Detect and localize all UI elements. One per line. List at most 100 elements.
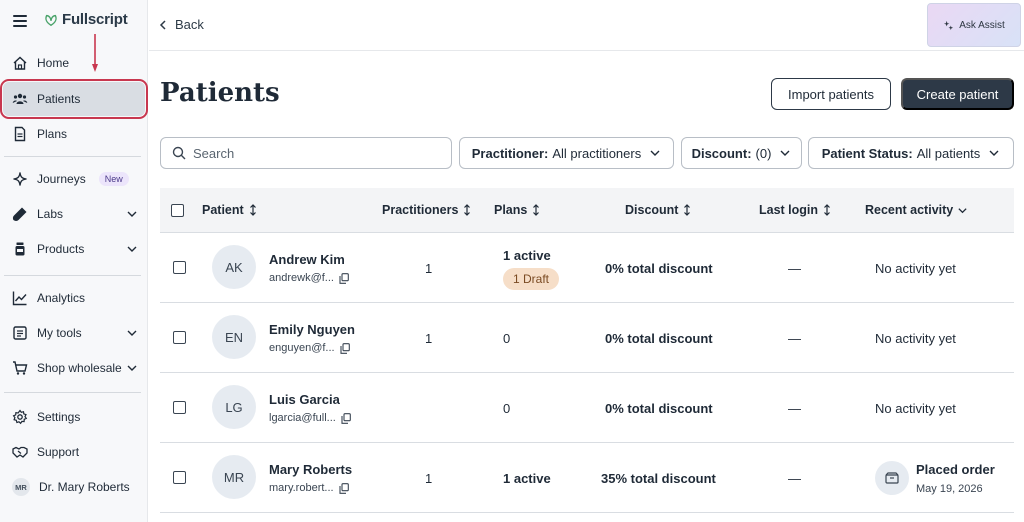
import-patients-button[interactable]: Import patients bbox=[771, 78, 891, 110]
brand-bar: Fullscript bbox=[0, 0, 148, 44]
copy-icon[interactable] bbox=[339, 272, 349, 284]
column-header-last-login[interactable]: Last login bbox=[759, 203, 832, 217]
search-icon bbox=[172, 146, 186, 160]
patient-name[interactable]: Andrew Kim bbox=[269, 252, 345, 267]
fullscript-logo[interactable]: Fullscript bbox=[44, 11, 128, 28]
sidebar-item-label: Settings bbox=[37, 410, 81, 424]
avatar: LG bbox=[212, 385, 256, 429]
sidebar-item-label: Analytics bbox=[37, 291, 86, 305]
test-tube-icon bbox=[12, 207, 27, 221]
email-text: lgarcia@full... bbox=[269, 412, 336, 424]
toolbox-icon bbox=[13, 326, 27, 340]
filter-value: All patients bbox=[916, 145, 981, 161]
activity-date: May 19, 2026 bbox=[916, 483, 983, 495]
sidebar-item-label: Patients bbox=[37, 92, 81, 106]
column-header-discount[interactable]: Discount bbox=[625, 203, 692, 217]
patient-name[interactable]: Luis Garcia bbox=[269, 392, 340, 407]
patient-name[interactable]: Mary Roberts bbox=[269, 462, 352, 477]
copy-icon[interactable] bbox=[340, 342, 350, 354]
home-icon bbox=[13, 56, 27, 70]
row-checkbox[interactable] bbox=[173, 261, 186, 274]
column-header-patient[interactable]: Patient bbox=[202, 203, 258, 217]
sidebar-item-label: My tools bbox=[37, 326, 82, 340]
search-input[interactable] bbox=[193, 145, 433, 161]
discount-value: 0% total discount bbox=[605, 261, 713, 276]
user-name: Dr. Mary Roberts bbox=[39, 480, 130, 494]
assist-sparkle-icon bbox=[944, 20, 954, 30]
sidebar-item-products[interactable]: Products bbox=[0, 232, 148, 266]
column-label: Patient bbox=[202, 203, 244, 217]
back-link[interactable]: Back bbox=[159, 17, 204, 32]
row-checkbox[interactable] bbox=[173, 471, 186, 484]
sidebar-divider bbox=[4, 275, 141, 276]
chevron-down-icon bbox=[989, 150, 999, 156]
copy-icon[interactable] bbox=[339, 482, 349, 494]
sidebar-item-plans[interactable]: Plans bbox=[0, 117, 148, 151]
handshake-icon bbox=[12, 446, 28, 458]
filter-key: Practitioner: bbox=[471, 145, 549, 161]
sidebar-item-analytics[interactable]: Analytics bbox=[0, 281, 148, 315]
sidebar-item-my-tools[interactable]: My tools bbox=[0, 316, 148, 350]
patient-status-filter[interactable]: Patient Status: All patients bbox=[808, 137, 1014, 169]
sort-icon bbox=[824, 204, 830, 216]
sidebar-item-label: Journeys bbox=[37, 172, 86, 186]
column-header-recent-activity[interactable]: Recent activity bbox=[865, 203, 968, 217]
sidebar-item-labs[interactable]: Labs bbox=[0, 197, 148, 231]
sidebar-item-journeys[interactable]: Journeys New bbox=[0, 162, 148, 196]
create-patient-button[interactable]: Create patient bbox=[901, 78, 1014, 110]
recent-activity-value: No activity yet bbox=[875, 261, 956, 276]
sidebar-item-label: Shop wholesale bbox=[37, 361, 122, 375]
plans-status: 0 bbox=[503, 401, 511, 416]
bottle-icon bbox=[15, 242, 25, 256]
sidebar-item-label: Home bbox=[37, 56, 70, 70]
table-row[interactable]: LG Luis Garcia lgarcia@full... 0 0% tota… bbox=[160, 373, 1014, 443]
sidebar-item-user[interactable]: MR Dr. Mary Roberts bbox=[0, 470, 148, 504]
row-checkbox[interactable] bbox=[173, 331, 186, 344]
practitioners-count: 1 bbox=[425, 261, 433, 276]
filter-key: Patient Status: bbox=[821, 145, 913, 161]
last-login-value: — bbox=[788, 471, 801, 486]
sort-icon bbox=[533, 204, 540, 216]
practitioner-filter[interactable]: Practitioner: All practitioners bbox=[459, 137, 674, 169]
table-row[interactable]: AK Andrew Kim andrewk@f... 1 1 active 1 … bbox=[160, 233, 1014, 303]
page-title: Patients bbox=[160, 78, 280, 108]
sidebar-item-patients[interactable]: Patients bbox=[0, 79, 148, 119]
box-icon bbox=[885, 472, 899, 484]
activity-title: Placed order bbox=[916, 462, 995, 477]
chart-line-icon bbox=[12, 291, 27, 306]
chevron-left-icon bbox=[159, 19, 166, 30]
filter-value: (0) bbox=[755, 145, 772, 161]
discount-filter[interactable]: Discount: (0) bbox=[681, 137, 802, 169]
sidebar-item-label: Support bbox=[37, 445, 80, 459]
ask-assist-button[interactable]: Ask Assist bbox=[927, 3, 1021, 47]
document-icon bbox=[14, 126, 26, 142]
sidebar-item-support[interactable]: Support bbox=[0, 435, 148, 469]
column-header-practitioners[interactable]: Practitioners bbox=[382, 203, 472, 217]
chevron-down-icon bbox=[127, 211, 137, 217]
sidebar-item-label: Plans bbox=[37, 127, 68, 141]
patient-email: lgarcia@full... bbox=[269, 412, 351, 424]
menu-icon[interactable] bbox=[13, 15, 27, 27]
plans-status: 1 active bbox=[503, 248, 551, 263]
copy-icon[interactable] bbox=[341, 412, 351, 424]
patient-email: enguyen@f... bbox=[269, 342, 350, 354]
plans-status: 1 active bbox=[503, 471, 551, 486]
row-checkbox[interactable] bbox=[173, 401, 186, 414]
practitioners-count: 1 bbox=[425, 471, 433, 486]
sidebar-item-shop-wholesale[interactable]: Shop wholesale bbox=[0, 351, 148, 385]
table-row[interactable]: EN Emily Nguyen enguyen@f... 1 0 0% tota… bbox=[160, 303, 1014, 373]
filter-value: All practitioners bbox=[552, 145, 642, 161]
column-header-plans[interactable]: Plans bbox=[494, 203, 541, 217]
search-box[interactable] bbox=[160, 137, 452, 169]
gear-icon bbox=[12, 409, 28, 425]
recent-activity-value: No activity yet bbox=[875, 331, 956, 346]
sidebar-item-home[interactable]: Home bbox=[0, 46, 148, 80]
sidebar-item-label: Products bbox=[37, 242, 85, 256]
plans-status: 0 bbox=[503, 331, 511, 346]
email-text: andrewk@f... bbox=[269, 272, 334, 284]
patient-name[interactable]: Emily Nguyen bbox=[269, 322, 355, 337]
table-row[interactable]: MR Mary Roberts mary.robert... 1 1 activ… bbox=[160, 443, 1014, 513]
sidebar-item-settings[interactable]: Settings bbox=[0, 400, 148, 434]
select-all-checkbox[interactable] bbox=[171, 204, 184, 217]
brand-name: Fullscript bbox=[62, 11, 128, 28]
